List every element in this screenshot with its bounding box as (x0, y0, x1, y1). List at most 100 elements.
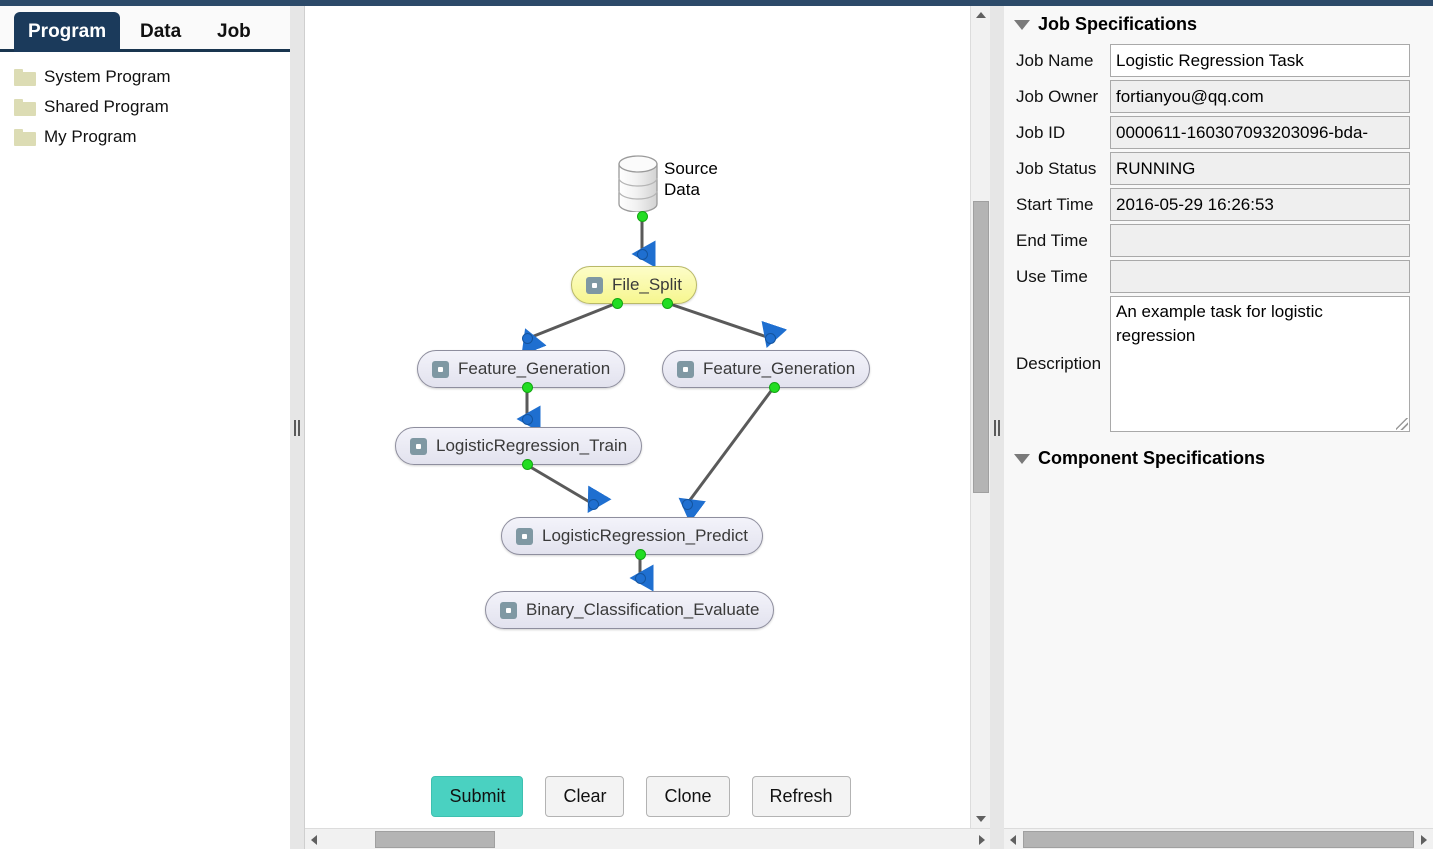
splitter-grip-icon (993, 419, 1001, 436)
scroll-right-button[interactable] (1415, 829, 1433, 849)
splitter-grip-icon (293, 419, 301, 436)
folder-icon (14, 98, 36, 116)
component-icon (432, 360, 449, 378)
field-row-job-name: Job Name Logistic Regression Task (1004, 44, 1433, 77)
node-file-split[interactable]: File_Split (571, 266, 697, 304)
field-row-use-time: Use Time (1004, 260, 1433, 293)
field-label-job-status: Job Status (1016, 158, 1097, 178)
component-icon (586, 276, 603, 294)
component-specifications-title: Component Specifications (1038, 448, 1266, 468)
field-row-job-id: Job ID 0000611-160307093203096-bda- (1004, 116, 1433, 149)
folder-icon (14, 68, 36, 86)
port-out-lr-train[interactable] (522, 459, 533, 470)
start-time-input[interactable]: 2016-05-29 16:26:53 (1110, 188, 1410, 221)
scroll-left-button[interactable] (1004, 829, 1022, 849)
use-time-input[interactable] (1110, 260, 1410, 293)
left-panel: Program Data Job System Program Shared P… (0, 6, 290, 849)
field-row-description: Description An example task for logistic… (1004, 296, 1433, 432)
node-logisticregression-predict[interactable]: LogisticRegression_Predict (501, 517, 763, 555)
tree-item-shared-program[interactable]: Shared Program (0, 92, 290, 122)
scroll-right-button[interactable] (973, 829, 991, 849)
node-label: LogisticRegression_Train (436, 436, 628, 455)
folder-icon (14, 128, 36, 146)
field-row-job-status: Job Status RUNNING (1004, 152, 1433, 185)
source-data-node[interactable]: Source Data (616, 154, 718, 212)
splitter-left[interactable] (290, 6, 304, 849)
port-out-lr-predict[interactable] (635, 549, 646, 560)
port-in-lr-train[interactable] (522, 414, 533, 425)
field-label-start-time: Start Time (1016, 194, 1094, 214)
workflow-canvas[interactable]: Source Data File_Split Feature_Generatio… (305, 6, 977, 828)
chevron-right-icon (1421, 834, 1427, 845)
tree-item-label: My Program (44, 127, 137, 146)
port-out-feature-generation-right[interactable] (769, 382, 780, 393)
field-row-job-owner: Job Owner fortianyou@qq.com (1004, 80, 1433, 113)
canvas-vscroll-thumb[interactable] (973, 201, 989, 493)
port-out-source-data[interactable] (637, 211, 648, 222)
field-label-job-name: Job Name (1016, 50, 1094, 70)
node-label: File_Split (612, 275, 682, 294)
action-button-bar: Submit Clear Clone Refresh (305, 776, 977, 817)
field-row-end-time: End Time (1004, 224, 1433, 257)
job-id-input[interactable]: 0000611-160307093203096-bda- (1110, 116, 1410, 149)
right-panel-horizontal-scrollbar[interactable] (1004, 828, 1433, 849)
port-in-lr-predict-1[interactable] (588, 499, 599, 510)
refresh-button[interactable]: Refresh (751, 776, 851, 817)
component-specifications-header[interactable]: Component Specifications (1004, 440, 1433, 475)
port-in-feature-generation-left[interactable] (522, 333, 533, 344)
scroll-left-button[interactable] (305, 829, 323, 849)
clear-button[interactable]: Clear (545, 776, 625, 817)
description-textarea[interactable]: An example task for logistic regression (1110, 296, 1410, 432)
end-time-input[interactable] (1110, 224, 1410, 257)
tree-item-my-program[interactable]: My Program (0, 122, 290, 152)
port-in-binary-evaluate[interactable] (635, 573, 646, 584)
tree-item-label: Shared Program (44, 97, 169, 116)
node-logisticregression-train[interactable]: LogisticRegression_Train (395, 427, 643, 465)
tree-item-system-program[interactable]: System Program (0, 62, 290, 92)
right-panel-hscroll-thumb[interactable] (1023, 831, 1414, 848)
component-icon (516, 527, 533, 545)
canvas-vertical-scrollbar[interactable] (970, 6, 990, 828)
chevron-down-icon (976, 816, 986, 822)
tab-data[interactable]: Data (128, 12, 193, 52)
port-in-feature-generation-right[interactable] (765, 333, 776, 344)
port-in-file-split[interactable] (637, 249, 648, 260)
field-label-job-id: Job ID (1016, 122, 1066, 142)
submit-button[interactable]: Submit (431, 776, 524, 817)
field-label-end-time: End Time (1016, 230, 1088, 250)
port-out-file-split-2[interactable] (662, 298, 673, 309)
job-specifications-header[interactable]: Job Specifications (1004, 6, 1433, 41)
program-tree: System Program Shared Program My Program (0, 52, 290, 152)
caret-down-icon (1014, 453, 1030, 464)
port-out-feature-generation-left[interactable] (522, 382, 533, 393)
source-data-label: Source Data (664, 159, 718, 199)
field-label-description: Description (1016, 354, 1102, 373)
clone-button[interactable]: Clone (646, 776, 730, 817)
port-out-file-split-1[interactable] (612, 298, 623, 309)
port-in-lr-predict-2[interactable] (682, 499, 693, 510)
canvas-horizontal-scrollbar[interactable] (305, 828, 991, 849)
field-row-start-time: Start Time 2016-05-29 16:26:53 (1004, 188, 1433, 221)
component-icon (500, 601, 517, 619)
job-owner-input[interactable]: fortianyou@qq.com (1110, 80, 1410, 113)
scroll-down-button[interactable] (971, 810, 991, 828)
splitter-right[interactable] (990, 6, 1004, 849)
tab-program[interactable]: Program (14, 12, 121, 52)
node-label: LogisticRegression_Predict (542, 526, 748, 545)
scroll-up-button[interactable] (971, 6, 991, 24)
job-name-input[interactable]: Logistic Regression Task (1110, 44, 1410, 77)
node-feature-generation-right[interactable]: Feature_Generation (662, 350, 871, 388)
resize-handle-icon[interactable] (1396, 418, 1408, 430)
node-binary-classification-evaluate[interactable]: Binary_Classification_Evaluate (485, 591, 775, 629)
tab-job[interactable]: Job (205, 12, 263, 52)
job-specifications-form: Job Name Logistic Regression Task Job Ow… (1004, 44, 1433, 432)
node-label: Feature_Generation (703, 359, 856, 378)
canvas-hscroll-thumb[interactable] (375, 831, 495, 848)
center-panel: Source Data File_Split Feature_Generatio… (304, 6, 991, 849)
node-label: Feature_Generation (458, 359, 611, 378)
description-value: An example task for logistic regression (1116, 302, 1323, 345)
field-label-job-owner: Job Owner (1016, 86, 1099, 106)
job-status-input[interactable]: RUNNING (1110, 152, 1410, 185)
chevron-left-icon (311, 834, 317, 845)
node-feature-generation-left[interactable]: Feature_Generation (417, 350, 626, 388)
